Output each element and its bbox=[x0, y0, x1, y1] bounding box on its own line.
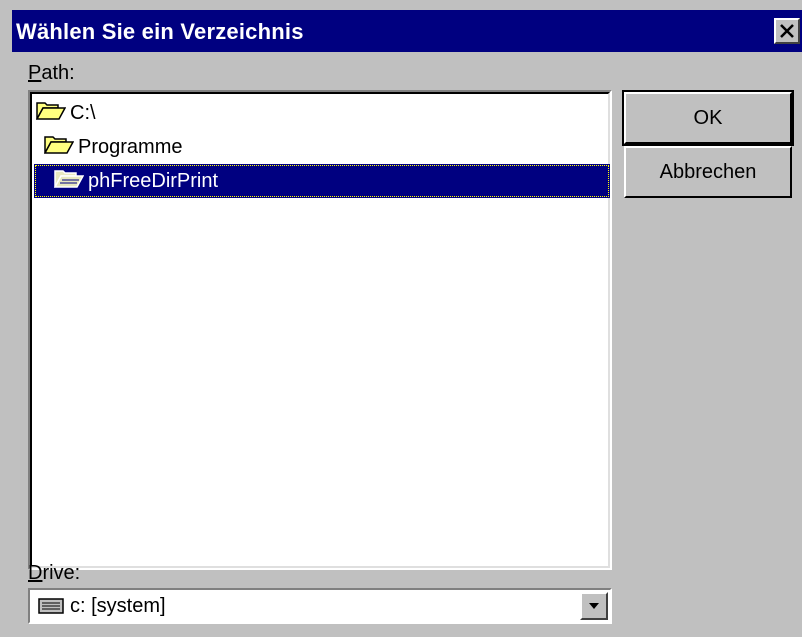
list-item-phfreedirprint[interactable]: phFreeDirPrint bbox=[34, 164, 610, 198]
list-item-programme[interactable]: Programme bbox=[43, 130, 606, 164]
drive-label: Drive: bbox=[28, 562, 81, 584]
list-item-c-root[interactable]: C:\ bbox=[35, 96, 606, 130]
window-title: Wählen Sie ein Verzeichnis bbox=[16, 19, 304, 44]
list-item-label: phFreeDirPrint bbox=[88, 169, 219, 192]
close-button[interactable] bbox=[774, 18, 800, 44]
cancel-button[interactable]: Abbrechen bbox=[624, 146, 792, 198]
drive-icon bbox=[38, 598, 64, 619]
drive-value: c: [system] bbox=[70, 595, 166, 617]
path-listbox[interactable]: C:\ Programme phFreeDirPrint bbox=[28, 90, 612, 570]
list-item-label: C:\ bbox=[70, 101, 96, 124]
drive-dropdown-button[interactable] bbox=[580, 592, 608, 620]
open-folder-icon bbox=[43, 134, 75, 160]
ok-button[interactable]: OK bbox=[622, 90, 794, 146]
drive-select[interactable]: c: [system] bbox=[28, 588, 612, 624]
open-folder-icon bbox=[53, 168, 85, 194]
path-label: Path: bbox=[28, 62, 75, 84]
open-folder-icon bbox=[35, 100, 67, 126]
title-bar[interactable]: Wählen Sie ein Verzeichnis bbox=[12, 10, 802, 52]
chevron-down-icon bbox=[589, 603, 599, 609]
close-icon bbox=[780, 24, 794, 38]
select-directory-dialog: Wählen Sie ein Verzeichnis Path: C:\ Pro… bbox=[0, 0, 802, 637]
list-item-label: Programme bbox=[78, 135, 183, 158]
